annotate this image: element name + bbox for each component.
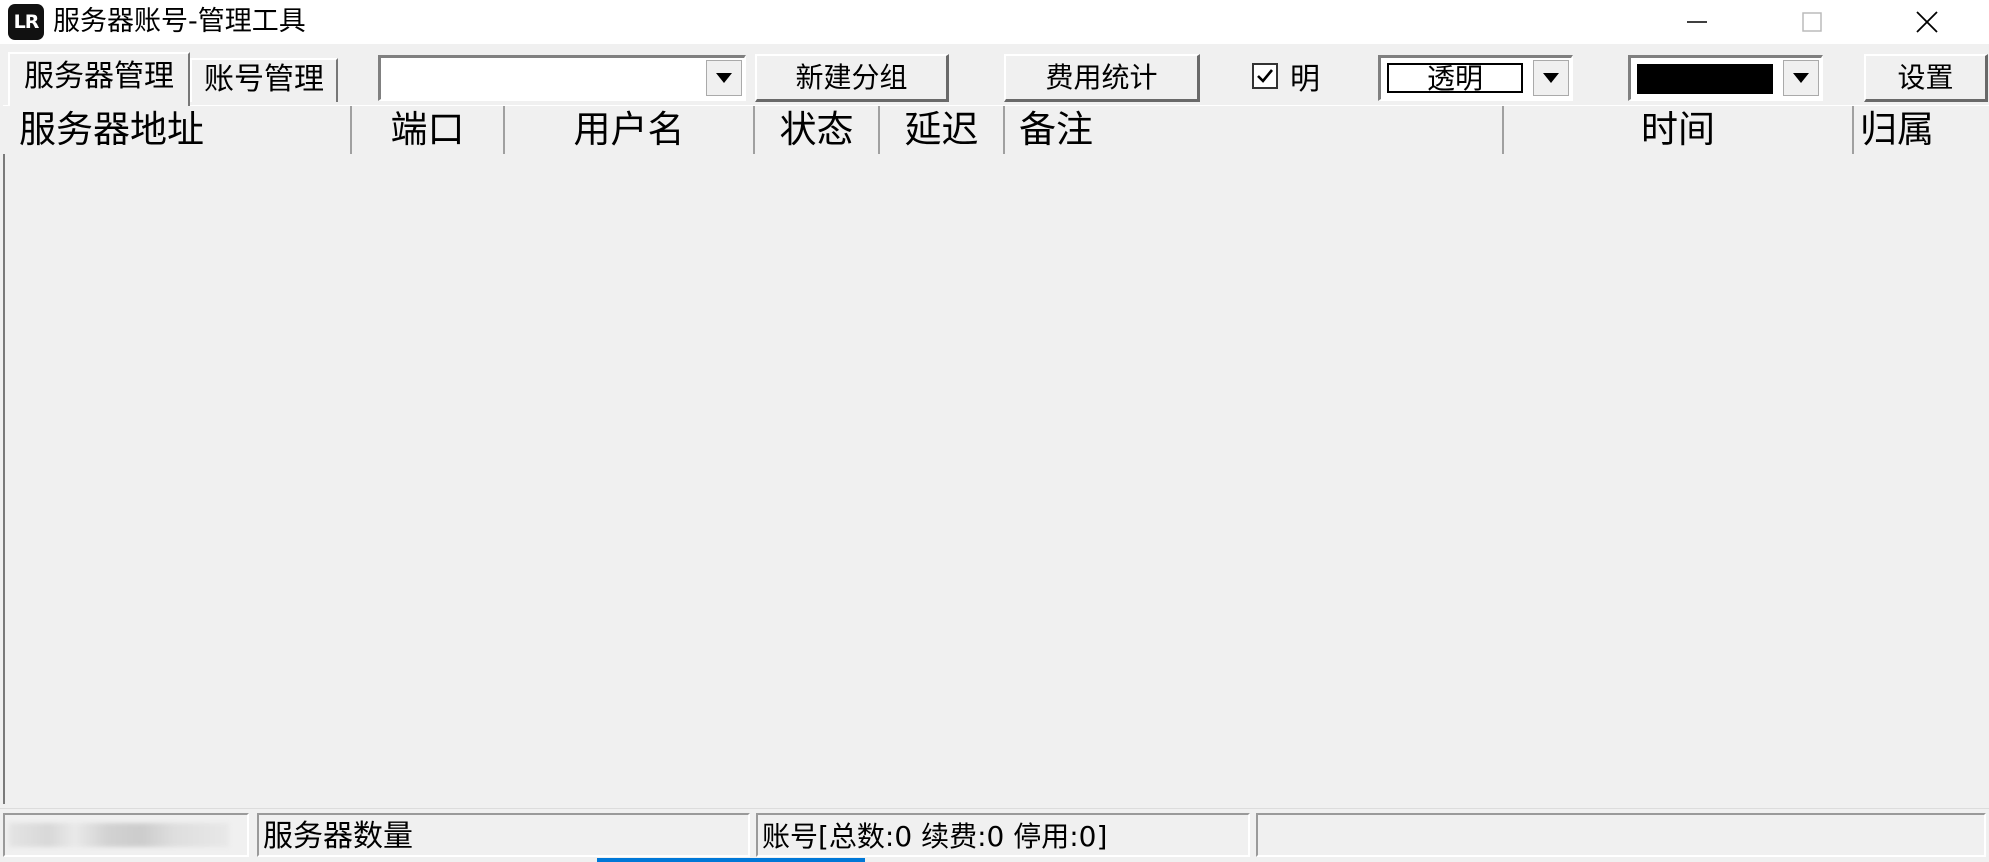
status-server-count: 服务器数量 (257, 813, 750, 857)
list-column-header: 服务器地址 端口 用户名 状态 延迟 备注 时间 归属 (3, 105, 1989, 156)
title-bar: LR 服务器账号-管理工具 (0, 0, 1989, 44)
transparency-value: 透明 (1387, 63, 1523, 93)
taskbar-accent-bar (597, 858, 865, 862)
column-server-address[interactable]: 服务器地址 (3, 106, 352, 154)
server-list[interactable] (3, 154, 1989, 804)
transparency-dropdown-button[interactable] (1533, 60, 1569, 96)
bright-checkbox-group[interactable]: 明 (1252, 60, 1320, 97)
column-latency[interactable]: 延迟 (880, 106, 1005, 154)
group-select-dropdown-button[interactable] (706, 60, 742, 96)
app-logo: LR (8, 4, 44, 40)
redacted-text (9, 823, 229, 847)
chevron-down-icon (1793, 73, 1809, 83)
new-group-button[interactable]: 新建分组 (755, 54, 949, 102)
color-select[interactable] (1628, 55, 1823, 101)
status-account-summary: 账号[总数:0 续费:0 停用:0] (756, 813, 1250, 857)
group-select[interactable] (378, 55, 746, 101)
chevron-down-icon (1543, 73, 1559, 83)
checkmark-icon (1257, 69, 1274, 83)
minimize-button[interactable] (1639, 0, 1754, 44)
maximize-icon (1801, 12, 1822, 32)
tab-account-management[interactable]: 账号管理 (190, 58, 338, 102)
chevron-down-icon (716, 73, 732, 83)
status-extra-panel (1256, 813, 1986, 857)
close-button[interactable] (1869, 0, 1984, 44)
bright-checkbox-label: 明 (1290, 62, 1320, 97)
tab-server-management[interactable]: 服务器管理 (8, 52, 190, 106)
status-bar: 服务器数量 账号[总数:0 续费:0 停用:0] (0, 808, 1989, 859)
column-owner[interactable]: 归属 (1854, 106, 1989, 154)
status-panel-blurred (3, 813, 249, 857)
maximize-button[interactable] (1754, 0, 1869, 44)
column-port[interactable]: 端口 (352, 106, 505, 154)
minimize-icon (1686, 21, 1707, 23)
cost-stats-button[interactable]: 费用统计 (1004, 54, 1200, 102)
column-time[interactable]: 时间 (1504, 106, 1854, 154)
transparency-select[interactable]: 透明 (1378, 55, 1573, 101)
settings-button[interactable]: 设置 (1864, 54, 1988, 102)
column-username[interactable]: 用户名 (505, 106, 755, 154)
color-swatch (1637, 64, 1773, 94)
bright-checkbox[interactable] (1252, 63, 1278, 89)
column-status[interactable]: 状态 (755, 106, 880, 154)
close-icon (1915, 11, 1938, 33)
color-dropdown-button[interactable] (1783, 60, 1819, 96)
column-remarks[interactable]: 备注 (1005, 106, 1504, 154)
window-title: 服务器账号-管理工具 (53, 6, 306, 37)
